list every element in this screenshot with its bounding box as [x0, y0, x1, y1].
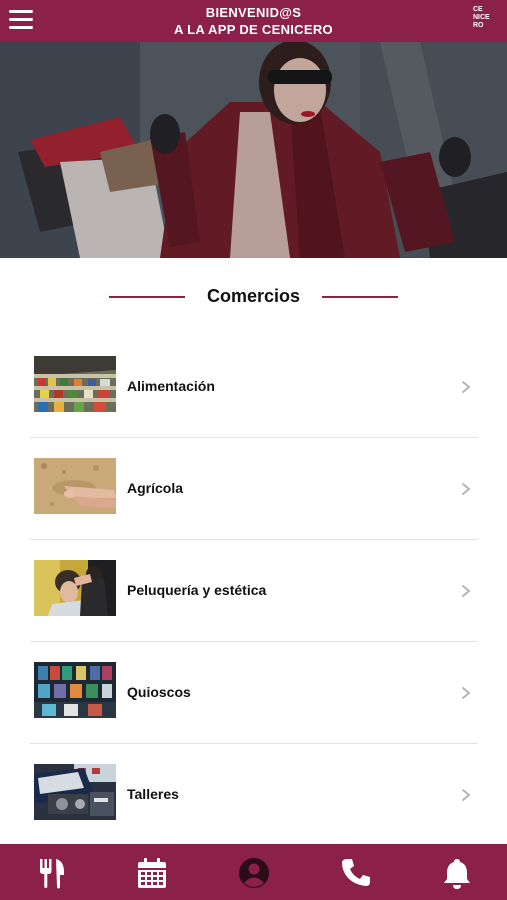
phone-icon[interactable] — [339, 856, 373, 890]
bell-icon[interactable] — [440, 856, 474, 890]
thumb-soil-hands — [34, 458, 116, 514]
title-line-1: BIENVENID@S — [205, 5, 302, 20]
chevron-right-icon — [462, 585, 471, 597]
section-title: Comercios — [206, 286, 301, 306]
category-item-peluqueria[interactable]: Peluquería y estética — [30, 540, 478, 642]
section-header: Comercios — [0, 282, 507, 312]
category-item-alimentacion[interactable]: Alimentación — [30, 336, 478, 438]
calendar-icon[interactable] — [135, 856, 169, 890]
category-item-agricola[interactable]: Agrícola — [30, 438, 478, 540]
hero-image-shopping-woman — [0, 42, 507, 258]
category-label: Agrícola — [127, 480, 184, 496]
category-item-talleres[interactable]: Talleres — [30, 744, 478, 846]
chevron-right-icon — [462, 483, 471, 495]
thumb-supermarket — [34, 356, 116, 412]
title-line-2: A LA APP DE CENICERO — [174, 22, 333, 37]
user-icon[interactable] — [237, 856, 271, 890]
category-label: Talleres — [127, 786, 179, 802]
chevron-right-icon — [462, 687, 471, 699]
section-rule-right — [322, 296, 398, 298]
category-item-quioscos[interactable]: Quioscos — [30, 642, 478, 744]
bottom-nav — [0, 844, 507, 900]
app-title: BIENVENID@S A LA APP DE CENICERO — [120, 4, 387, 38]
category-label: Alimentación — [127, 378, 215, 394]
thumb-hairdresser — [34, 560, 116, 616]
thumb-car-engine — [34, 764, 116, 820]
category-label: Peluquería y estética — [127, 582, 267, 598]
chevron-right-icon — [462, 381, 471, 393]
menu-icon[interactable] — [9, 10, 33, 30]
chevron-right-icon — [462, 789, 471, 801]
cenicero-logo: CE NICE RO — [473, 6, 490, 29]
top-bar: BIENVENID@S A LA APP DE CENICERO CE NICE… — [0, 0, 507, 42]
thumb-newsstand — [34, 662, 116, 718]
restaurant-icon[interactable] — [35, 856, 69, 890]
category-label: Quioscos — [127, 684, 191, 700]
category-list: Alimentación Agrícola Peluquería y estét… — [30, 336, 478, 846]
